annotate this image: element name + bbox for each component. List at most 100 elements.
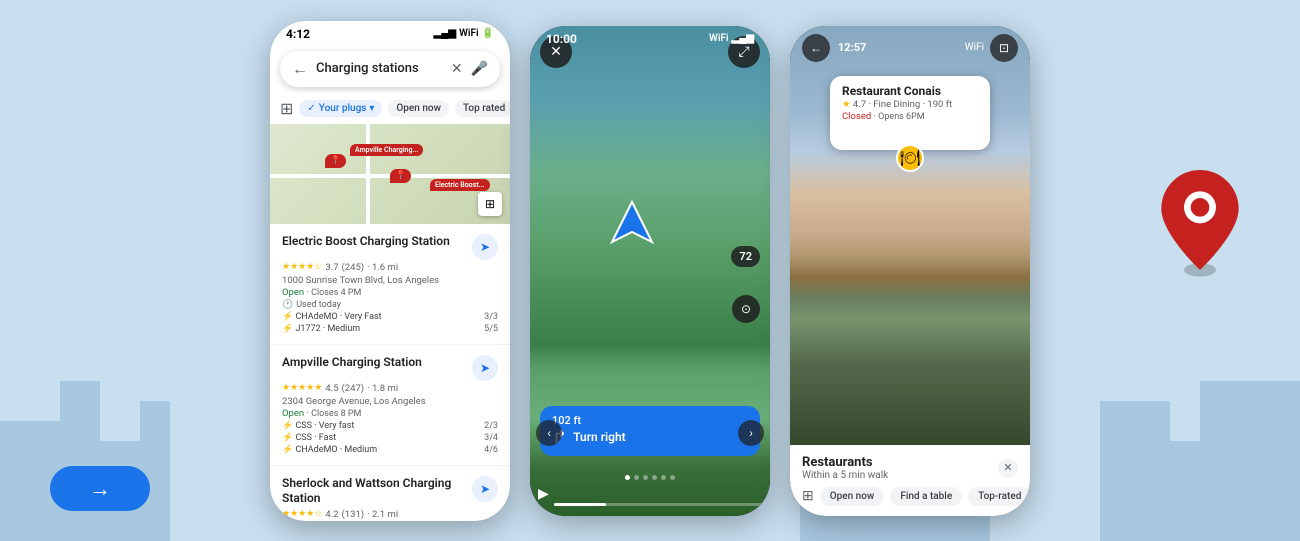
open-label-2: Open	[282, 408, 304, 419]
nav-prev-button[interactable]: ‹	[536, 420, 562, 446]
nav-dot-5	[661, 475, 666, 480]
rating-3: 4.2	[325, 509, 338, 520]
recenter-icon: ⊙	[741, 302, 751, 316]
sv-panel-subtitle: Within a 5 min walk	[802, 470, 888, 481]
share-icon-sv: ⊡	[999, 41, 1009, 55]
prev-icon: ‹	[547, 426, 551, 440]
chip-chevron-icon: ▾	[369, 103, 374, 114]
navigate-btn-1[interactable]: ➤	[472, 234, 498, 260]
wifi-right-icon: WiFi	[965, 42, 984, 53]
result-name-1: Electric Boost Charging Station	[282, 234, 466, 250]
used-today-1: 🕐 Used today	[282, 300, 498, 310]
result-item-3[interactable]: Sherlock and Wattson Charging Station ➤ …	[270, 466, 510, 521]
map-pin-4: Electric Boost...	[430, 179, 490, 191]
chip-label-your-plugs: Your plugs	[319, 103, 367, 114]
charger-icon-2c: ⚡ CHAdeMO · Medium	[282, 445, 377, 455]
restaurant-status: Closed · Opens 6PM	[842, 111, 978, 122]
recenter-button[interactable]: ⊙	[732, 295, 760, 323]
restaurant-name: Restaurant Conais	[842, 84, 978, 98]
status-bar-left: 4:12 ▂▄▆ WiFi 🔋	[270, 21, 510, 45]
sv-bottom-panel: Restaurants Within a 5 min walk ✕ ⊞ Open…	[790, 445, 1030, 516]
clear-button[interactable]: ✕	[451, 61, 463, 77]
map-area[interactable]: Ampville Charging... 📍 📍 Electric Boost.…	[270, 124, 510, 224]
nav-instruction-text: Turn right	[573, 430, 626, 444]
phone-center: 10:00 WiFi ▂▄▆ ✕ ⤢	[530, 26, 770, 516]
result-item-1[interactable]: Electric Boost Charging Station ➤ ★★★★☆ …	[270, 224, 510, 345]
street-view-image: ← 12:57 WiFi ⊡ Restaurant Conais	[790, 26, 1030, 445]
map-pin-2: 📍	[390, 169, 411, 183]
navigate-btn-3[interactable]: ➤	[472, 476, 498, 502]
sv-screen: ← 12:57 WiFi ⊡ Restaurant Conais	[790, 26, 1030, 516]
sv-chip-find-table[interactable]: Find a table	[890, 487, 962, 506]
avatar-area: 🍽	[842, 122, 978, 142]
video-play-button[interactable]: ▶	[538, 486, 549, 502]
phone-right: ← 12:57 WiFi ⊡ Restaurant Conais	[790, 26, 1030, 516]
charger-css-fast-2: ⚡ CSS · Very fast 2/3	[282, 421, 498, 431]
filter-chips: ⊞ ✓ Your plugs ▾ Open now Top rated	[270, 93, 510, 124]
close-icon-sv: ✕	[1003, 461, 1012, 474]
sv-chip-top-rated[interactable]: Top-rated	[968, 487, 1030, 506]
restaurant-distance: 190 ft	[927, 99, 952, 110]
status-icons-center: WiFi ▂▄▆	[709, 33, 754, 44]
restaurant-rating: ★	[842, 99, 851, 110]
restaurant-closed-label: Closed	[842, 111, 871, 122]
nav-dots	[530, 475, 770, 480]
aerial-map: ✕ ⤢ 72 ⊙	[530, 26, 770, 516]
speed-value: 72	[739, 250, 752, 263]
scene-overlay	[790, 277, 1030, 445]
filter-icon[interactable]: ⊞	[280, 99, 293, 118]
back-button[interactable]: ←	[292, 59, 308, 79]
map-layer-button[interactable]: ⊞	[478, 192, 502, 216]
battery-icon: 🔋	[482, 28, 494, 39]
navigate-btn-2[interactable]: ➤	[472, 355, 498, 381]
result-item-2[interactable]: Ampville Charging Station ➤ ★★★★★ 4.5 (2…	[270, 345, 510, 466]
search-bar[interactable]: ← Charging stations ✕ 🎤	[280, 51, 500, 87]
map-road-vertical	[366, 124, 370, 224]
charger-count-2c: 4/6	[484, 445, 498, 455]
status-icons-left: ▂▄▆ WiFi 🔋	[434, 28, 494, 39]
charger-chademo-2: ⚡ CHAdeMO · Medium 4/6	[282, 445, 498, 455]
mic-button[interactable]: 🎤	[471, 61, 488, 77]
nav-distance-label: 102 ft	[552, 414, 748, 427]
sv-back-button[interactable]: ←	[802, 34, 830, 62]
reviews-2: (247)	[342, 383, 365, 394]
map-pin-3: 📍	[325, 154, 346, 168]
stars-2: ★★★★★	[282, 383, 322, 393]
sv-close-button[interactable]: ✕	[998, 458, 1018, 478]
open-label-1: Open	[282, 287, 304, 298]
video-progress-bar[interactable]	[554, 503, 762, 506]
chip-your-plugs[interactable]: ✓ Your plugs ▾	[299, 100, 382, 117]
charger-icon-1b: ⚡ J1772 · Medium	[282, 324, 360, 334]
sv-chip-open-now[interactable]: Open now	[820, 487, 885, 506]
address-1: 1000 Sunrise Town Blvd, Los Angeles	[282, 275, 498, 286]
map-pin-1: Ampville Charging...	[350, 144, 423, 156]
sv-share-button[interactable]: ⊡	[990, 34, 1018, 62]
search-query: Charging stations	[316, 61, 443, 76]
charger-count-1a: 3/3	[484, 312, 498, 322]
navigate-icon-1: ➤	[480, 240, 490, 254]
charger-icon-2a: ⚡ CSS · Very fast	[282, 421, 354, 431]
restaurant-opens-label: · Opens 6PM	[874, 112, 925, 122]
closes-label-2: · Closes 8 PM	[307, 409, 362, 419]
charger-j1772-1: ⚡ J1772 · Medium 5/5	[282, 324, 498, 334]
charger-count-2a: 2/3	[484, 421, 498, 431]
signal-icon: ▂▄▆	[434, 28, 456, 39]
result-meta-3: ★★★★☆ 4.2 (131) · 2.1 mi	[282, 509, 498, 520]
phone-left: 4:12 ▂▄▆ WiFi 🔋 ← Charging stations ✕ 🎤	[270, 21, 510, 521]
chip-open-now[interactable]: Open now	[388, 100, 449, 117]
phone-left-screen: 4:12 ▂▄▆ WiFi 🔋 ← Charging stations ✕ 🎤	[270, 21, 510, 521]
video-progress-fill	[554, 503, 606, 506]
chip-top-rated[interactable]: Top rated	[455, 100, 510, 117]
time-center: 10:00	[546, 32, 577, 46]
time-right: 12:57	[838, 41, 866, 54]
result-name-2: Ampville Charging Station	[282, 355, 466, 371]
closes-label-1: · Closes 4 PM	[307, 288, 362, 298]
result-meta-1: ★★★★☆ 3.7 (245) · 1.6 mi	[282, 262, 498, 273]
search-area: ← Charging stations ✕ 🎤	[270, 45, 510, 93]
speed-badge: 72	[731, 246, 760, 267]
restaurant-rating-value: 4.7	[853, 99, 866, 110]
status-bar-center: 10:00 WiFi ▂▄▆	[530, 26, 770, 50]
nav-next-button[interactable]: ›	[738, 420, 764, 446]
rating-2: 4.5	[325, 383, 338, 394]
stars-1: ★★★★☆	[282, 262, 322, 272]
